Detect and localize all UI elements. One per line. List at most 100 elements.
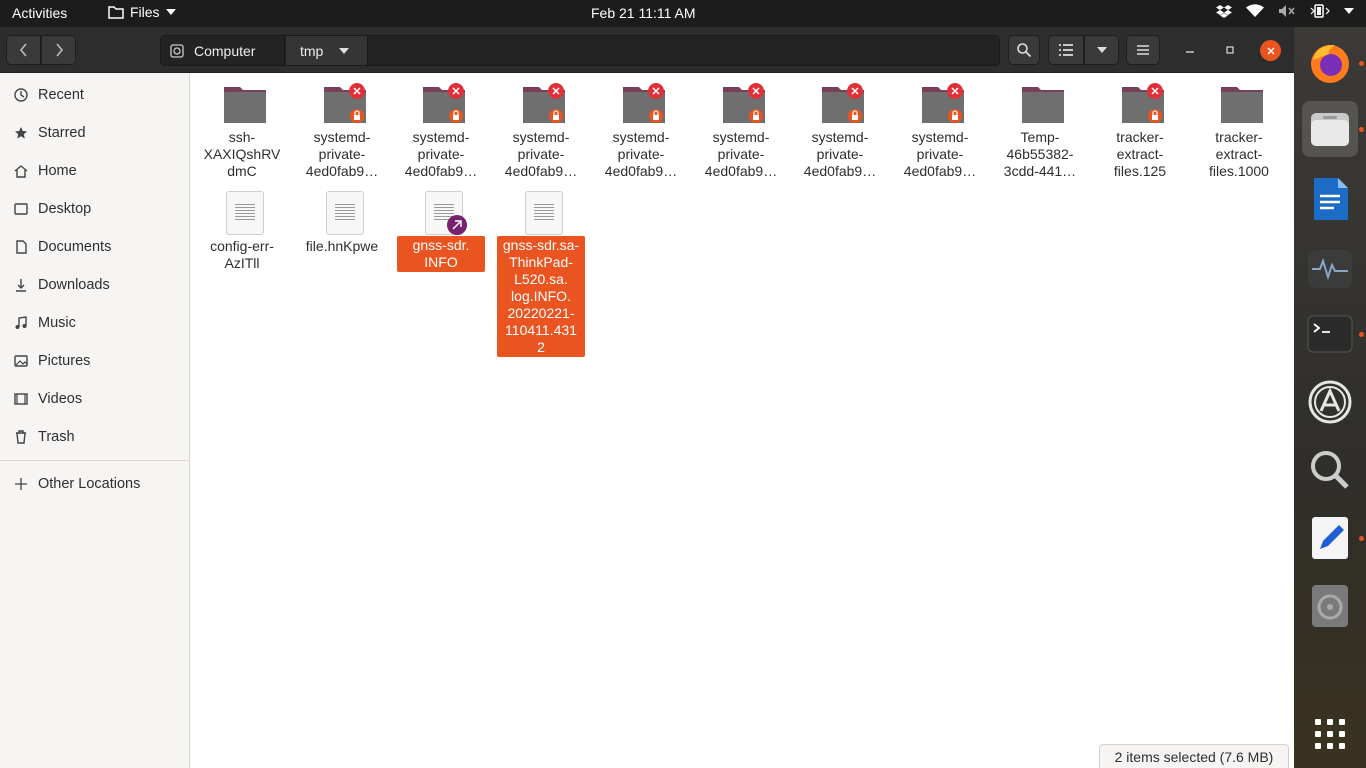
search-button[interactable] (1008, 35, 1040, 65)
forward-button[interactable] (41, 35, 76, 65)
dock-disc[interactable] (1302, 578, 1358, 634)
dock-writer[interactable] (1302, 171, 1358, 227)
dock-files[interactable] (1302, 101, 1364, 157)
system-tray[interactable] (1216, 4, 1354, 18)
view-options-button[interactable] (1084, 35, 1119, 65)
sidebar-item-label: Other Locations (38, 476, 141, 492)
sidebar-item-videos[interactable]: Videos (0, 380, 189, 418)
dock-software-center[interactable] (1302, 374, 1358, 430)
activities-button[interactable]: Activities (12, 5, 67, 21)
home-icon (14, 164, 28, 178)
folder-icon (324, 83, 366, 123)
sidebar-item-recent[interactable]: Recent (0, 76, 189, 114)
sidebar-item-label: Recent (38, 87, 84, 103)
files-window: Computer tmp Recent Starred Home Desktop… (0, 27, 1294, 768)
sidebar-item-documents[interactable]: Documents (0, 228, 189, 266)
file-name: gnss-sdr.sa- ThinkPad- L520.sa. log.INFO… (497, 236, 585, 357)
dock-terminal[interactable] (1302, 306, 1364, 362)
text-editor-icon (1312, 517, 1348, 559)
sidebar-item-desktop[interactable]: Desktop (0, 190, 189, 228)
sidebar-item-trash[interactable]: Trash (0, 418, 189, 456)
sidebar-item-other-locations[interactable]: Other Locations (0, 465, 189, 503)
file-name: tracker- extract- files.125 (1113, 129, 1167, 179)
file-name: ssh- XAXIQshRV dmC (203, 129, 281, 179)
file-view[interactable]: ssh- XAXIQshRV dmC systemd- private- 4ed… (191, 73, 1294, 768)
sidebar-item-label: Documents (38, 239, 112, 255)
document-icon (14, 240, 28, 254)
chevron-down-icon[interactable] (339, 47, 350, 54)
file-name: file.hnKpwe (305, 238, 379, 254)
running-indicator (1359, 536, 1364, 541)
dock-text-editor[interactable] (1302, 510, 1364, 566)
minimize-icon (1186, 51, 1194, 53)
sidebar-item-downloads[interactable]: Downloads (0, 266, 189, 304)
system-menu-chevron-icon[interactable] (1344, 8, 1354, 14)
file-name: systemd- private- 4ed0fab9… (404, 129, 478, 179)
disc-icon (1312, 585, 1348, 627)
path-segment-tmp[interactable]: tmp (286, 36, 368, 65)
running-indicator (1359, 61, 1364, 66)
text-file-icon (525, 191, 563, 235)
close-button[interactable] (1260, 40, 1281, 61)
text-file-icon (425, 191, 467, 235)
star-icon (14, 126, 28, 140)
firefox-icon (1311, 44, 1349, 83)
sidebar-item-label: Pictures (38, 353, 91, 369)
folder-icon (108, 6, 124, 19)
main-menu-button[interactable] (1126, 35, 1160, 65)
sidebar-item-label: Music (38, 315, 76, 331)
dock (1294, 27, 1366, 768)
file-name: systemd- private- 4ed0fab9… (803, 129, 877, 179)
minimize-button[interactable] (1178, 35, 1202, 65)
app-menu[interactable]: Files (108, 4, 176, 20)
file-name: systemd- private- 4ed0fab9… (903, 129, 977, 179)
list-view-icon (1059, 44, 1073, 56)
folder-icon (1221, 87, 1263, 123)
sidebar-divider (0, 460, 189, 461)
clock[interactable]: Feb 21 11:11 AM (591, 5, 696, 21)
search-icon (1311, 451, 1349, 489)
sidebar-item-label: Desktop (38, 201, 92, 217)
close-icon (1267, 47, 1274, 54)
hamburger-icon (1137, 45, 1149, 55)
desktop-icon (14, 202, 28, 216)
path-segment-label: tmp (300, 42, 324, 59)
text-file-icon (226, 191, 264, 235)
dock-search[interactable] (1302, 442, 1358, 498)
sidebar-item-label: Home (38, 163, 77, 179)
folder-icon (224, 87, 266, 123)
sidebar-item-pictures[interactable]: Pictures (0, 342, 189, 380)
dock-show-apps[interactable] (1302, 706, 1358, 762)
sidebar-item-label: Downloads (38, 277, 110, 293)
picture-icon (14, 354, 28, 368)
top-bar: Activities Files Feb 21 11:11 AM (0, 0, 1366, 27)
places-sidebar: Recent Starred Home Desktop Documents Do… (0, 73, 190, 768)
system-monitor-icon (1308, 250, 1352, 288)
dropbox-icon[interactable] (1216, 4, 1232, 18)
file-name: systemd- private- 4ed0fab9… (504, 129, 578, 179)
sidebar-item-starred[interactable]: Starred (0, 114, 189, 152)
sidebar-item-home[interactable]: Home (0, 152, 189, 190)
list-view-button[interactable] (1048, 35, 1084, 65)
path-segment-computer[interactable]: Computer (161, 36, 285, 65)
volume-muted-icon[interactable] (1278, 4, 1296, 18)
chevron-down-icon (1096, 47, 1107, 53)
download-icon (14, 278, 28, 292)
dock-system-monitor[interactable] (1302, 241, 1358, 297)
path-bar: Computer tmp (160, 35, 1000, 66)
trash-icon (14, 430, 28, 444)
dock-firefox[interactable] (1302, 35, 1364, 91)
restore-icon (1226, 46, 1234, 54)
folder-icon (822, 83, 864, 123)
battery-icon[interactable] (1310, 4, 1330, 18)
app-menu-label: Files (130, 4, 160, 20)
back-button[interactable] (6, 35, 41, 65)
sidebar-item-music[interactable]: Music (0, 304, 189, 342)
show-apps-icon (1315, 719, 1345, 749)
chevron-down-icon (165, 9, 176, 15)
maximize-button[interactable] (1218, 35, 1242, 65)
sidebar-item-label: Starred (38, 125, 86, 141)
wifi-icon[interactable] (1246, 4, 1264, 18)
chevron-right-icon (55, 43, 63, 57)
search-icon (1017, 43, 1032, 58)
